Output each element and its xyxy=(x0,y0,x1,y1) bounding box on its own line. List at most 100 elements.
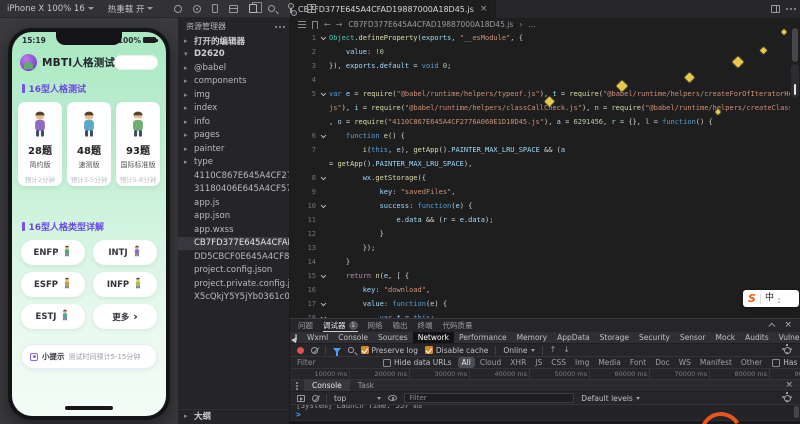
tree-folder[interactable]: ▸painter xyxy=(178,142,289,156)
close-icon[interactable]: × xyxy=(480,4,488,14)
fold-chevron-icon[interactable] xyxy=(316,269,329,283)
breadcrumb-more[interactable]: ... xyxy=(528,20,535,29)
type-button-enfp[interactable]: ENFP xyxy=(21,240,85,265)
rotate-icon[interactable] xyxy=(174,5,182,13)
code-line[interactable]: 6 function e() { xyxy=(290,129,790,143)
ime-menu-icon[interactable] xyxy=(778,298,780,300)
breadcrumb-file[interactable]: CB7FD377E645A4CFAD19887000A18D45.js xyxy=(348,20,513,29)
drawer-tab-task[interactable]: Task xyxy=(350,380,382,391)
disable-cache-checkbox[interactable]: Disable cache xyxy=(425,346,488,355)
devtools-tab-mock[interactable]: Mock xyxy=(711,332,741,343)
code-line[interactable]: 3}), exports.default = void 0; xyxy=(290,59,790,73)
devtools-tab-wxml[interactable]: Wxml xyxy=(302,332,333,343)
fold-chevron-icon[interactable] xyxy=(316,297,329,311)
record-screen-icon[interactable] xyxy=(193,5,201,13)
type-button-more[interactable]: 更多› xyxy=(93,304,157,329)
outline-list-icon[interactable] xyxy=(298,24,306,25)
editor-more-icon[interactable] xyxy=(790,8,792,10)
nav-forward-icon[interactable]: → xyxy=(336,20,343,29)
request-type-pill-manifest[interactable]: Manifest xyxy=(696,357,736,368)
tree-file[interactable]: CB7FD377E645A4CFAD... xyxy=(178,237,289,251)
tree-folder[interactable]: ▸img xyxy=(178,88,289,102)
extensions-icon[interactable] xyxy=(307,4,316,13)
code-line[interactable]: 5var e = require("@babel/runtime/helpers… xyxy=(290,87,790,101)
bookmark-icon[interactable] xyxy=(312,21,318,29)
request-type-pill-css[interactable]: CSS xyxy=(547,357,570,368)
devtools-tab-sensor[interactable]: Sensor xyxy=(675,332,711,343)
editor-tab[interactable]: CB7FD377E645A4CFAD19887000A18D45.js × xyxy=(290,0,496,18)
fold-chevron-icon[interactable] xyxy=(316,199,329,213)
console-settings-icon[interactable] xyxy=(784,395,791,402)
close-panel-icon[interactable]: × xyxy=(784,321,792,330)
code-line[interactable]: 12 } xyxy=(290,227,790,241)
code-line[interactable]: 14 } xyxy=(290,255,790,269)
code-line[interactable]: 2 value: !0 xyxy=(290,45,790,59)
files-icon[interactable] xyxy=(249,4,257,13)
code-area[interactable]: 1Object.defineProperty(exports, "__esMod… xyxy=(290,31,790,318)
project-root[interactable]: ▾D2620 xyxy=(178,48,289,62)
tree-file[interactable]: project.config.json xyxy=(178,264,289,278)
network-settings-icon[interactable] xyxy=(784,347,791,354)
scrollbar-thumb[interactable] xyxy=(792,28,798,62)
devtools-tab-storage[interactable]: Storage xyxy=(595,332,634,343)
code-line[interactable]: 15 return n(e, [ { xyxy=(290,269,790,283)
panel-tab[interactable]: 调试器1 xyxy=(323,319,358,332)
request-type-pill-doc[interactable]: Doc xyxy=(651,357,674,368)
tree-folder[interactable]: ▸pages xyxy=(178,129,289,143)
devtools-tab-appdata[interactable]: AppData xyxy=(552,332,595,343)
devtools-tab-security[interactable]: Security xyxy=(634,332,675,343)
tree-file[interactable]: 31180406E645A4CF57... xyxy=(178,183,289,197)
tree-file[interactable]: DD5CBCF0E645A4CF8... xyxy=(178,250,289,264)
code-line[interactable]: 18 var t = this; xyxy=(290,311,790,318)
panel-tab[interactable]: 终端 xyxy=(418,319,433,332)
log-levels-select[interactable]: Default levels xyxy=(581,394,640,403)
code-line[interactable]: 10 success: function(e) { xyxy=(290,199,790,213)
request-type-pill-xhr[interactable]: XHR xyxy=(506,357,530,368)
devtools-tab-audits[interactable]: Audits xyxy=(740,332,774,343)
console-scrollbar[interactable] xyxy=(794,406,799,418)
code-line[interactable]: 1Object.defineProperty(exports, "__esMod… xyxy=(290,31,790,45)
console-context-icon[interactable] xyxy=(297,395,305,402)
fold-chevron-icon[interactable] xyxy=(316,311,329,318)
request-type-pill-media[interactable]: Media xyxy=(594,357,625,368)
type-button-intj[interactable]: INTJ xyxy=(93,240,157,265)
panel-tab[interactable]: 网络 xyxy=(368,319,383,332)
panel-tab[interactable]: 问题 xyxy=(298,319,313,332)
request-type-pill-ws[interactable]: WS xyxy=(675,357,695,368)
tree-folder[interactable]: ▸@babel xyxy=(178,61,289,75)
throttling-select[interactable]: Online xyxy=(503,346,534,355)
tree-folder[interactable]: ▸type xyxy=(178,156,289,170)
devtools-tab-sources[interactable]: Sources xyxy=(373,332,413,343)
ime-language-indicator[interactable]: 中 xyxy=(765,294,774,303)
panel-tab[interactable]: 代码质量 xyxy=(443,319,473,332)
drawer-more-icon[interactable] xyxy=(296,385,298,387)
tree-folder[interactable]: ▸components xyxy=(178,75,289,89)
devtools-tab-vulnerability[interactable]: Vulnerability xyxy=(774,332,800,343)
clear-network-icon[interactable] xyxy=(311,347,318,354)
avatar[interactable] xyxy=(20,54,37,71)
code-line[interactable]: = getApp().PAINTER_MAX_LRU_SPACE), xyxy=(290,157,790,171)
tree-folder[interactable]: ▸index xyxy=(178,102,289,116)
more-actions-icon[interactable] xyxy=(279,26,281,28)
tree-folder[interactable]: ▸info xyxy=(178,115,289,129)
tree-file[interactable]: app.js xyxy=(178,196,289,210)
test-card[interactable]: 93题国际标准版预计5-8分钟 xyxy=(116,102,160,186)
request-type-pill-font[interactable]: Font xyxy=(626,357,650,368)
fold-chevron-icon[interactable] xyxy=(316,87,329,101)
tree-file[interactable]: 4110C867E645A4CF27... xyxy=(178,169,289,183)
tree-file[interactable]: X5cQkjY5Y5jYb0361c0... xyxy=(178,291,289,305)
hide-data-urls-checkbox[interactable]: Hide data URLs xyxy=(383,358,452,367)
wechat-capsule-button[interactable] xyxy=(114,55,158,70)
close-drawer-icon[interactable]: × xyxy=(785,381,793,390)
devtools-tab-network[interactable]: Network xyxy=(413,332,454,343)
tree-file[interactable]: app.wxss xyxy=(178,223,289,237)
tree-file[interactable]: app.json xyxy=(178,210,289,224)
type-button-estj[interactable]: ESTJ xyxy=(21,304,85,329)
code-line[interactable]: 11 e.data && (r = e.data); xyxy=(290,213,790,227)
fold-chevron-icon[interactable] xyxy=(316,31,329,45)
test-card[interactable]: 28题简约版预计2分钟 xyxy=(18,102,62,186)
collapse-panel-icon[interactable] xyxy=(769,323,776,330)
filter-icon[interactable] xyxy=(333,348,341,353)
hot-reload-toggle[interactable]: 热重载 开 xyxy=(101,0,161,17)
request-type-pill-all[interactable]: All xyxy=(458,357,475,368)
